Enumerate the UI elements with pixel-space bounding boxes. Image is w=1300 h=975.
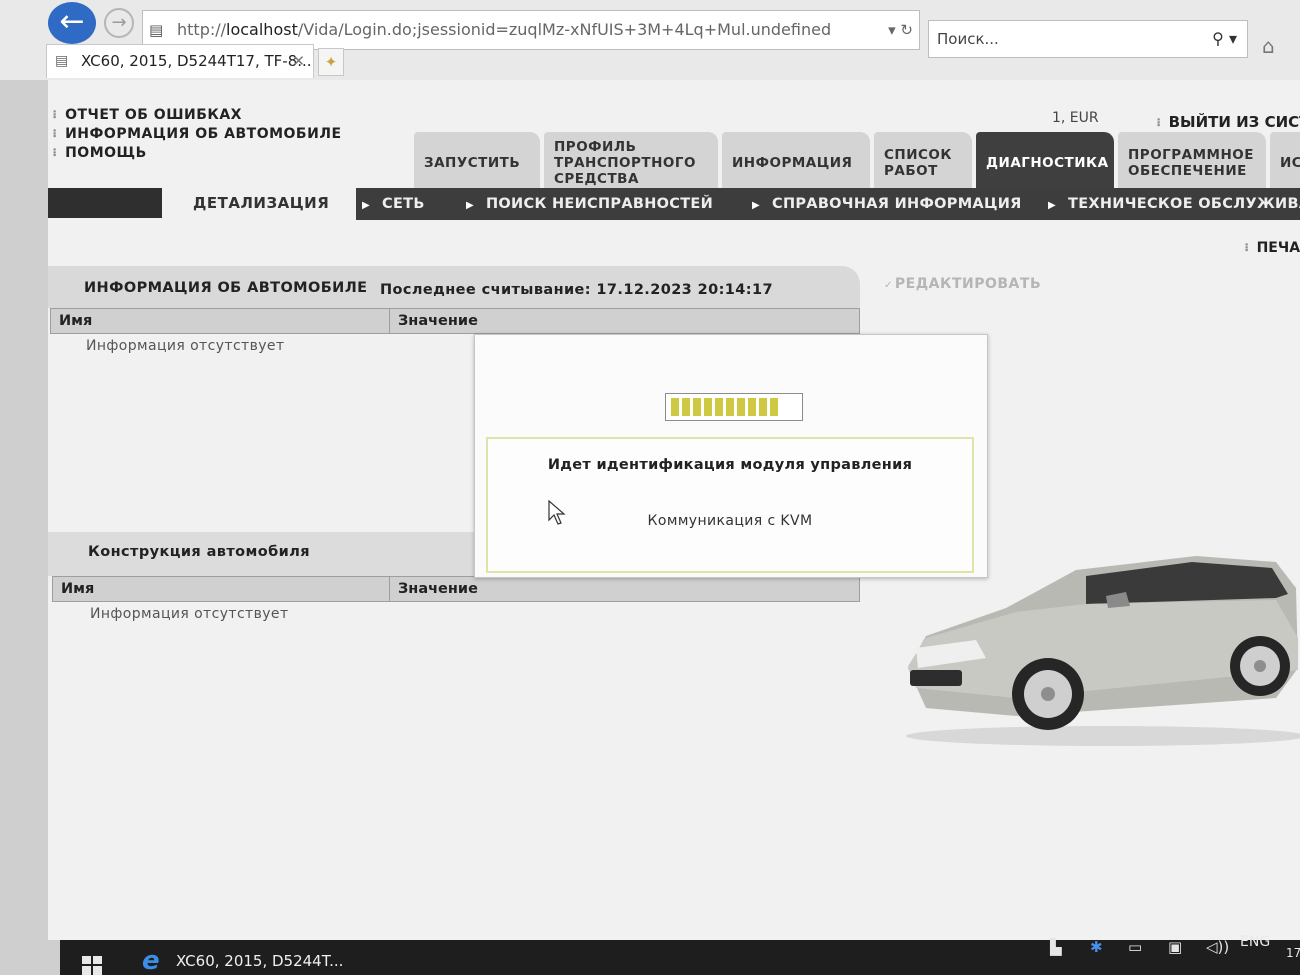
refresh-icon[interactable]: ▾ ↻: [888, 11, 913, 49]
tab-information[interactable]: ИНФОРМАЦИЯ: [722, 132, 870, 194]
tab-diagnostics[interactable]: ДИАГНОСТИКА: [976, 132, 1114, 194]
identification-dialog: Идет идентификация модуля управления Ком…: [474, 334, 988, 578]
windows-start-icon[interactable]: [82, 956, 102, 975]
dialog-title: Идет идентификация модуля управления: [547, 457, 913, 473]
url-host: localhost: [226, 20, 298, 39]
search-placeholder: Поиск...: [937, 30, 999, 48]
col-value: Значение: [389, 309, 859, 333]
tab-vehicle-profile[interactable]: ПРОФИЛЬ ТРАНСПОРТНОГО СРЕДСТВА: [544, 132, 718, 194]
tray-app-icon[interactable]: ▙: [1050, 938, 1062, 973]
home-icon[interactable]: ⌂: [1262, 34, 1275, 58]
progress-segment: [759, 398, 767, 416]
vehicle-info-link[interactable]: ИНФОРМАЦИЯ ОБ АВТОМОБИЛЕ: [52, 125, 342, 144]
windows-taskbar: e XC60, 2015, D5244T... ▙ ✱ ▭ ▣ ◁)) ENG …: [60, 934, 1300, 975]
edit-link[interactable]: РЕДАКТИРОВАТЬ: [884, 276, 1041, 292]
col-value: Значение: [389, 577, 859, 601]
progress-segment: [671, 398, 679, 416]
back-arrow-icon[interactable]: ←: [48, 2, 96, 44]
progress-segment: [737, 398, 745, 416]
tab-work-list[interactable]: СПИСОК РАБОТ: [874, 132, 972, 194]
progress-segment: [748, 398, 756, 416]
diagnostics-subnav: СЕТЬ ПОИСК НЕИСПРАВНОСТЕЙ СПРАВОЧНАЯ ИНФ…: [356, 188, 1300, 220]
language-indicator[interactable]: ENG: [1240, 934, 1270, 950]
progress-segment: [726, 398, 734, 416]
mouse-cursor-icon: [548, 500, 566, 525]
print-link[interactable]: ПЕЧА: [1244, 240, 1300, 256]
utility-links: ОТЧЕТ ОБ ОШИБКАХ ИНФОРМАЦИЯ ОБ АВТОМОБИЛ…: [52, 106, 342, 163]
vehicle-info-title: ИНФОРМАЦИЯ ОБ АВТОМОБИЛЕ: [84, 280, 368, 296]
construction-empty: Информация отсутствует: [90, 606, 289, 622]
subnav-reference-info[interactable]: СПРАВОЧНАЯ ИНФОРМАЦИЯ: [752, 188, 1022, 220]
last-read-timestamp: Последнее считывание: 17.12.2023 20:14:1…: [380, 282, 773, 298]
help-link[interactable]: ПОМОЩЬ: [52, 144, 342, 163]
vehicle-info-empty: Информация отсутствует: [86, 338, 285, 354]
construction-table-header: Имя Значение: [52, 576, 860, 602]
detail-link[interactable]: ДЕТАЛИЗАЦИЯ: [193, 194, 329, 212]
taskbar-browser-item[interactable]: e XC60, 2015, D5244T...: [140, 940, 343, 975]
progress-segment: [770, 398, 778, 416]
error-report-link[interactable]: ОТЧЕТ ОБ ОШИБКАХ: [52, 106, 342, 125]
subnav-left-bar: [48, 188, 162, 218]
vehicle-image: [906, 556, 1300, 746]
subnav-maintenance[interactable]: ТЕХНИЧЕСКОЕ ОБСЛУЖИВАН: [1048, 188, 1300, 220]
logout-link[interactable]: ВЫЙТИ ИЗ СИСТ: [1156, 113, 1300, 131]
battery-icon[interactable]: ▭: [1128, 938, 1142, 973]
progress-segment: [693, 398, 701, 416]
tab-page-icon: ▤: [55, 53, 69, 69]
subnav-network[interactable]: СЕТЬ: [362, 188, 425, 220]
volume-icon[interactable]: ◁)): [1206, 938, 1229, 973]
col-name: Имя: [61, 581, 95, 597]
new-tab-icon[interactable]: ✦: [318, 48, 344, 76]
browser-chrome: ← → ▤ http://localhost/Vida/Login.do;jse…: [0, 0, 1300, 80]
progress-bar: [665, 393, 803, 421]
progress-segment: [682, 398, 690, 416]
url-path: /Vida/Login.do;jsessionid=zuqlMz-xNfUIS+…: [297, 20, 832, 39]
progress-segment: [704, 398, 712, 416]
browser-tab[interactable]: ▤ XC60, 2015, D5244T17, TF-8... ✕: [46, 44, 314, 78]
taskbar-app-title: XC60, 2015, D5244T...: [176, 952, 344, 970]
tab-title: XC60, 2015, D5244T17, TF-8...: [81, 52, 312, 70]
tab-start[interactable]: ЗАПУСТИТЬ: [414, 132, 540, 194]
forward-arrow-icon[interactable]: →: [104, 8, 134, 38]
network-icon[interactable]: ▣: [1168, 938, 1182, 973]
vehicle-info-header: ИНФОРМАЦИЯ ОБ АВТОМОБИЛЕ Последнее считы…: [48, 266, 860, 308]
tab-software[interactable]: ПРОГРАММНОЕ ОБЕСПЕЧЕНИЕ: [1118, 132, 1266, 194]
tab-more[interactable]: ИС: [1270, 132, 1300, 194]
url-prefix: http://: [177, 20, 227, 39]
bluetooth-icon[interactable]: ✱: [1090, 938, 1103, 973]
search-input[interactable]: Поиск... ⚲ ▾: [928, 20, 1248, 58]
clock[interactable]: 17: [1286, 946, 1300, 960]
internet-explorer-icon: e: [142, 946, 160, 975]
subnav-fault-tracing[interactable]: ПОИСК НЕИСПРАВНОСТЕЙ: [466, 188, 713, 220]
vehicle-info-table-header: Имя Значение: [50, 308, 860, 334]
close-icon[interactable]: ✕: [292, 45, 305, 77]
construction-title: Конструкция автомобиля: [88, 544, 310, 560]
col-name: Имя: [59, 313, 93, 329]
currency-label: 1, EUR: [1052, 110, 1099, 126]
search-icon[interactable]: ⚲ ▾: [1212, 21, 1237, 57]
progress-segment: [715, 398, 723, 416]
